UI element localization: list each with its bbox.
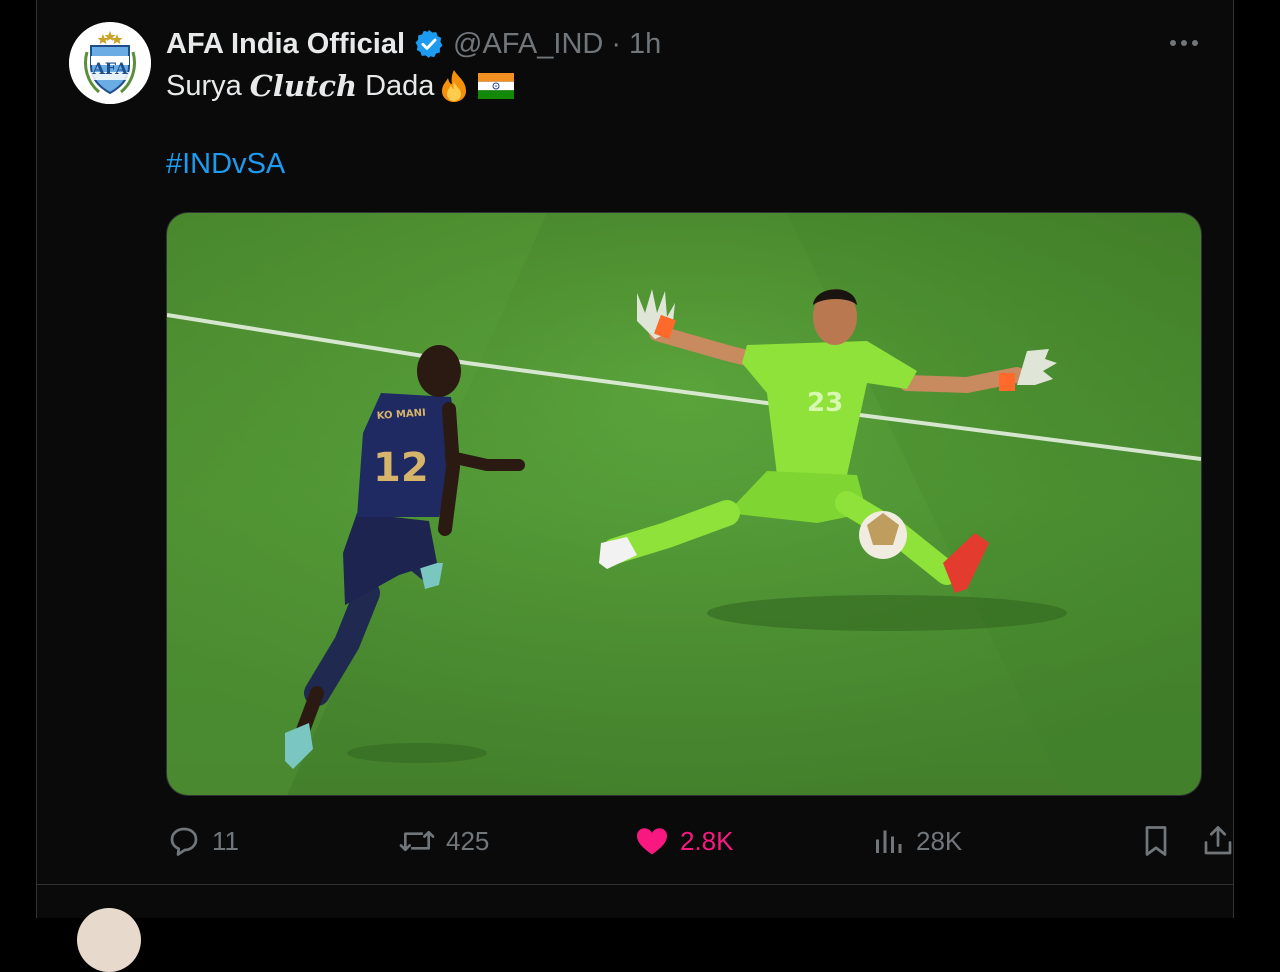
tweet-text: Surya Clutch Dada <box>166 68 515 104</box>
verified-badge-icon[interactable] <box>413 28 445 60</box>
tweet-text-part1: Surya <box>166 69 242 102</box>
reply-button[interactable]: 11 <box>166 818 239 864</box>
reply-count: 11 <box>212 825 239 856</box>
keeper-jersey-number: 23 <box>807 388 843 418</box>
tweet-header: AFA India Official @AFA_IND · 1h <box>166 24 661 64</box>
heart-filled-icon <box>637 828 667 855</box>
afa-crest-icon: AFA <box>69 22 151 104</box>
avatar-text: AFA <box>91 59 128 78</box>
like-count: 2.8K <box>680 825 734 856</box>
share-button[interactable] <box>1200 818 1246 864</box>
attacker-jersey-number: 12 <box>373 445 429 491</box>
share-icon <box>1204 826 1232 855</box>
views-button[interactable]: 28K <box>870 818 962 864</box>
football-photo: 23 12 KO MANI <box>167 213 1201 795</box>
tweet-action-bar: 11 425 2.8K 28K <box>166 818 1232 864</box>
separator-dot: · <box>611 27 621 60</box>
bookmark-button[interactable] <box>1138 818 1184 864</box>
more-dots-icon <box>1170 40 1198 46</box>
like-button[interactable]: 2.8K <box>634 818 734 864</box>
tweet-text-part2: Clutch <box>249 69 358 103</box>
repost-count: 425 <box>446 825 490 856</box>
more-options-button[interactable] <box>1167 28 1201 58</box>
bookmark-icon <box>1145 826 1167 856</box>
hashtag-link[interactable]: #INDvSA <box>166 148 285 181</box>
views-chart-icon <box>876 830 902 853</box>
views-count: 28K <box>916 825 963 856</box>
tweet[interactable]: AFA AFA India Official @AFA_IND · 1h Sur… <box>37 0 1233 885</box>
repost-icon <box>399 830 435 852</box>
author-handle[interactable]: @AFA_IND <box>453 28 603 61</box>
tweet-text-part3: Dada <box>365 69 435 102</box>
author-display-name[interactable]: AFA India Official <box>166 28 405 61</box>
timeline-column: AFA AFA India Official @AFA_IND · 1h Sur… <box>36 0 1234 972</box>
tweet-timestamp[interactable]: 1h <box>629 28 661 61</box>
reply-icon <box>170 827 198 856</box>
india-flag-icon <box>478 73 515 99</box>
tweet-media-image[interactable]: 23 12 KO MANI <box>166 212 1202 796</box>
fire-icon <box>442 70 467 102</box>
author-avatar[interactable]: AFA <box>69 22 151 104</box>
repost-button[interactable]: 425 <box>398 818 489 864</box>
